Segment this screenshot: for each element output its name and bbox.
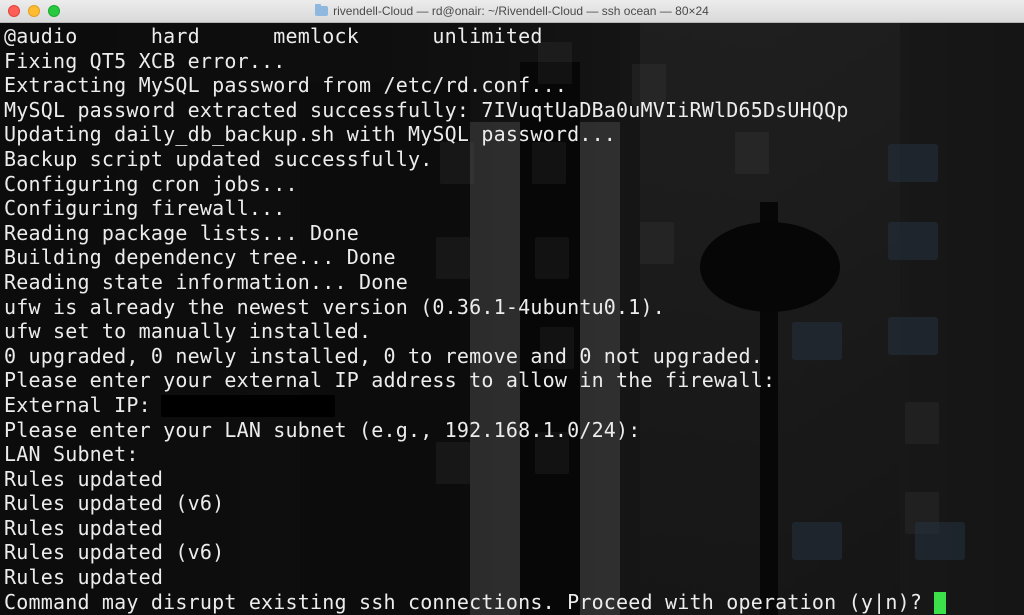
external-ip-label: External IP: — [4, 392, 151, 417]
title-bar[interactable]: rivendell-Cloud — rd@onair: ~/Rivendell-… — [0, 0, 1024, 23]
terminal-line: Reading state information... Done — [4, 269, 408, 294]
terminal-line: Rules updated — [4, 466, 164, 491]
terminal-line: Updating daily_db_backup.sh with MySQL p… — [4, 122, 617, 147]
zoom-button[interactable] — [48, 5, 60, 17]
terminal-line: Rules updated (v6) — [4, 540, 225, 565]
terminal-line: Rules updated (v6) — [4, 491, 225, 516]
terminal-content[interactable]: @audio hard memlock unlimited Fixing QT5… — [0, 22, 1024, 615]
terminal-line: Rules updated — [4, 515, 164, 540]
window-controls — [8, 5, 60, 17]
window-title: rivendell-Cloud — rd@onair: ~/Rivendell-… — [333, 4, 709, 18]
terminal-line: Backup script updated successfully. — [4, 146, 433, 171]
terminal-line: Reading package lists... Done — [4, 220, 359, 245]
minimize-button[interactable] — [28, 5, 40, 17]
terminal-line: Configuring cron jobs... — [4, 171, 298, 196]
terminal-line: ufw set to manually installed. — [4, 319, 372, 344]
redacted-ip-block — [160, 395, 335, 418]
terminal-output: @audio hard memlock unlimited Fixing QT5… — [4, 24, 947, 615]
confirm-prompt: Command may disrupt existing ssh connect… — [4, 589, 923, 614]
close-button[interactable] — [8, 5, 20, 17]
terminal-line: Configuring firewall... — [4, 196, 286, 221]
terminal-line: 0 upgraded, 0 newly installed, 0 to remo… — [4, 343, 763, 368]
terminal-line: Rules updated — [4, 565, 164, 590]
terminal-window: rivendell-Cloud — rd@onair: ~/Rivendell-… — [0, 0, 1024, 615]
folder-icon — [315, 4, 329, 16]
terminal-line: Building dependency tree... Done — [4, 245, 396, 270]
window-title-group: rivendell-Cloud — rd@onair: ~/Rivendell-… — [315, 4, 709, 18]
terminal-line: Please enter your LAN subnet (e.g., 192.… — [4, 417, 641, 442]
terminal-line: @audio hard memlock unlimited — [4, 24, 543, 48]
terminal-cursor[interactable] — [934, 592, 947, 615]
terminal-prompt-line[interactable]: Command may disrupt existing ssh connect… — [4, 589, 947, 615]
terminal-line: MySQL password extracted successfully: 7… — [4, 97, 849, 122]
terminal-line: LAN Subnet: — [4, 442, 139, 467]
terminal-line: Fixing QT5 XCB error... — [4, 48, 286, 73]
terminal-line: ufw is already the newest version (0.36.… — [4, 294, 666, 319]
terminal-line: Please enter your external IP address to… — [4, 368, 776, 393]
terminal-line: Extracting MySQL password from /etc/rd.c… — [4, 73, 568, 98]
terminal-line-external-ip: External IP: — [4, 393, 946, 418]
